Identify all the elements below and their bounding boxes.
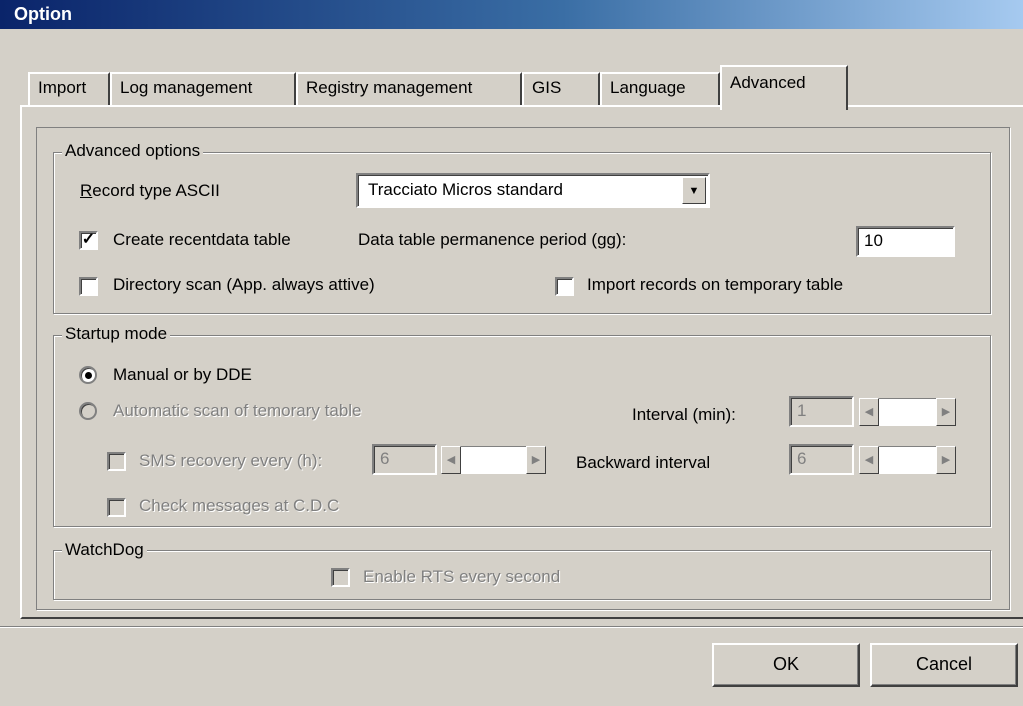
- manual-label: Manual or by DDE: [113, 365, 252, 384]
- backward-slider-track[interactable]: [879, 446, 936, 474]
- record-type-label: Record type ASCII: [80, 181, 220, 201]
- record-type-mnemonic: R: [80, 181, 93, 200]
- interval-left-arrow-icon[interactable]: ◀: [859, 398, 879, 426]
- window-title: Option: [14, 4, 72, 24]
- check-messages-checkbox[interactable]: [107, 498, 126, 517]
- record-type-value: Tracciato Micros standard: [368, 180, 563, 199]
- tab-language[interactable]: Language: [600, 72, 720, 106]
- sms-recovery-checkbox[interactable]: [107, 452, 126, 471]
- backward-interval-label: Backward interval: [576, 453, 711, 472]
- sms-right-arrow-icon[interactable]: ▶: [526, 446, 546, 474]
- radio-dot-icon: [85, 372, 92, 379]
- sms-recovery-label: SMS recovery every (h):: [139, 451, 323, 470]
- enable-rts-checkbox[interactable]: [331, 568, 350, 587]
- sms-recovery-input[interactable]: 6: [372, 444, 437, 475]
- manual-radio[interactable]: [79, 366, 97, 384]
- tab-import[interactable]: Import: [28, 72, 110, 106]
- ok-button[interactable]: OK: [712, 643, 860, 687]
- sms-left-arrow-icon[interactable]: ◀: [441, 446, 461, 474]
- divider: [0, 626, 1023, 628]
- check-icon: ✓: [81, 231, 96, 248]
- create-recentdata-label: Create recentdata table: [113, 230, 291, 249]
- window-title-bar[interactable]: Option: [0, 0, 1023, 29]
- check-messages-label: Check messages at C.D.C: [139, 496, 340, 515]
- tab-registry-management[interactable]: Registry management: [296, 72, 522, 106]
- import-temp-checkbox[interactable]: [555, 277, 574, 296]
- sms-recovery-value: 6: [380, 449, 390, 468]
- permanence-label: Data table permanence period (gg):: [358, 230, 627, 249]
- automatic-label: Automatic scan of temorary table: [113, 401, 362, 420]
- automatic-radio[interactable]: [79, 402, 97, 420]
- create-recentdata-checkbox[interactable]: ✓: [79, 231, 98, 250]
- tab-gis[interactable]: GIS: [522, 72, 600, 106]
- enable-rts-label: Enable RTS every second: [363, 567, 561, 586]
- tab-log-management[interactable]: Log management: [110, 72, 296, 106]
- advanced-options-legend: Advanced options: [62, 141, 204, 161]
- permanence-input[interactable]: 10: [856, 226, 955, 257]
- cancel-button[interactable]: Cancel: [870, 643, 1018, 687]
- directory-scan-label: Directory scan (App. always attive): [113, 275, 375, 294]
- interval-slider-track[interactable]: [879, 398, 936, 426]
- backward-left-arrow-icon[interactable]: ◀: [859, 446, 879, 474]
- interval-right-arrow-icon[interactable]: ▶: [936, 398, 956, 426]
- tab-label: Advanced: [730, 73, 806, 92]
- record-type-label-rest: ecord type ASCII: [92, 181, 220, 200]
- interval-label: Interval (min):: [632, 405, 736, 424]
- tab-label: Registry management: [306, 78, 473, 97]
- sms-slider-track[interactable]: [461, 446, 526, 474]
- tab-label: Import: [38, 78, 87, 97]
- tab-label: Log management: [120, 78, 253, 97]
- backward-interval-value: 6: [797, 449, 807, 468]
- backward-right-arrow-icon[interactable]: ▶: [936, 446, 956, 474]
- backward-interval-input[interactable]: 6: [789, 444, 854, 475]
- interval-value: 1: [797, 401, 807, 420]
- interval-input[interactable]: 1: [789, 396, 854, 427]
- startup-mode-legend: Startup mode: [62, 324, 171, 344]
- tab-label: GIS: [532, 78, 562, 97]
- directory-scan-checkbox[interactable]: [79, 277, 98, 296]
- tab-advanced[interactable]: Advanced: [720, 65, 848, 110]
- chevron-down-icon[interactable]: ▼: [682, 177, 706, 204]
- tab-label: Language: [610, 78, 686, 97]
- watchdog-legend: WatchDog: [62, 540, 147, 560]
- permanence-value: 10: [864, 231, 883, 250]
- record-type-select[interactable]: Tracciato Micros standard ▼: [356, 173, 710, 208]
- import-temp-label: Import records on temporary table: [587, 275, 844, 294]
